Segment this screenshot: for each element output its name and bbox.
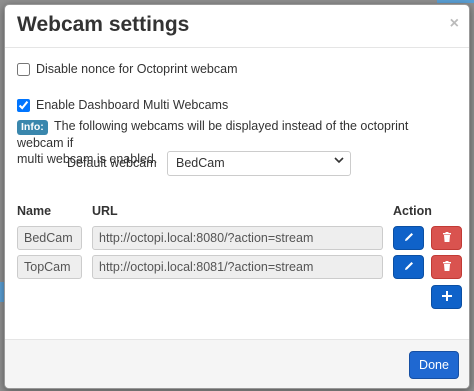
- webcam-settings-dialog: Webcam settings × Disable nonce for Octo…: [4, 4, 470, 389]
- column-header-url: URL: [92, 204, 118, 218]
- add-webcam-button[interactable]: [431, 285, 462, 309]
- webcam-url-input[interactable]: http://octopi.local:8080/?action=stream: [92, 226, 383, 250]
- default-webcam-select[interactable]: BedCam: [167, 151, 351, 176]
- default-webcam-label: Default webcam: [67, 156, 157, 170]
- pencil-icon: [403, 231, 415, 246]
- column-header-name: Name: [17, 204, 52, 218]
- webcam-url-input[interactable]: http://octopi.local:8081/?action=stream: [92, 255, 383, 279]
- column-header-action: Action: [393, 204, 432, 218]
- edit-webcam-button[interactable]: [393, 255, 424, 279]
- done-button[interactable]: Done: [409, 351, 459, 379]
- enable-multi-webcam-option[interactable]: Enable Dashboard Multi Webcams: [17, 98, 228, 112]
- plus-icon: [441, 290, 453, 305]
- disable-nonce-option[interactable]: Disable nonce for Octoprint webcam: [17, 62, 237, 76]
- dialog-footer: Done: [5, 339, 469, 388]
- dialog-title: Webcam settings: [17, 13, 190, 36]
- disable-nonce-checkbox[interactable]: [17, 62, 30, 76]
- enable-multi-webcam-label: Enable Dashboard Multi Webcams: [36, 98, 229, 112]
- trash-icon: [441, 231, 453, 246]
- trash-icon: [441, 260, 453, 275]
- chevron-down-icon: [334, 155, 344, 168]
- disable-nonce-label: Disable nonce for Octoprint webcam: [36, 62, 238, 76]
- default-webcam-value: BedCam: [176, 156, 225, 170]
- close-icon[interactable]: ×: [450, 15, 459, 33]
- info-text-line1: The following webcams will be displayed …: [17, 119, 409, 150]
- dialog-header: Webcam settings ×: [5, 5, 469, 48]
- webcam-name-input[interactable]: TopCam: [17, 255, 82, 279]
- background-strip: [437, 0, 474, 3]
- info-badge: Info:: [17, 120, 48, 135]
- pencil-icon: [403, 260, 415, 275]
- edit-webcam-button[interactable]: [393, 226, 424, 250]
- delete-webcam-button[interactable]: [431, 255, 462, 279]
- webcam-name-input[interactable]: BedCam: [17, 226, 82, 250]
- delete-webcam-button[interactable]: [431, 226, 462, 250]
- enable-multi-webcam-checkbox[interactable]: [17, 98, 30, 112]
